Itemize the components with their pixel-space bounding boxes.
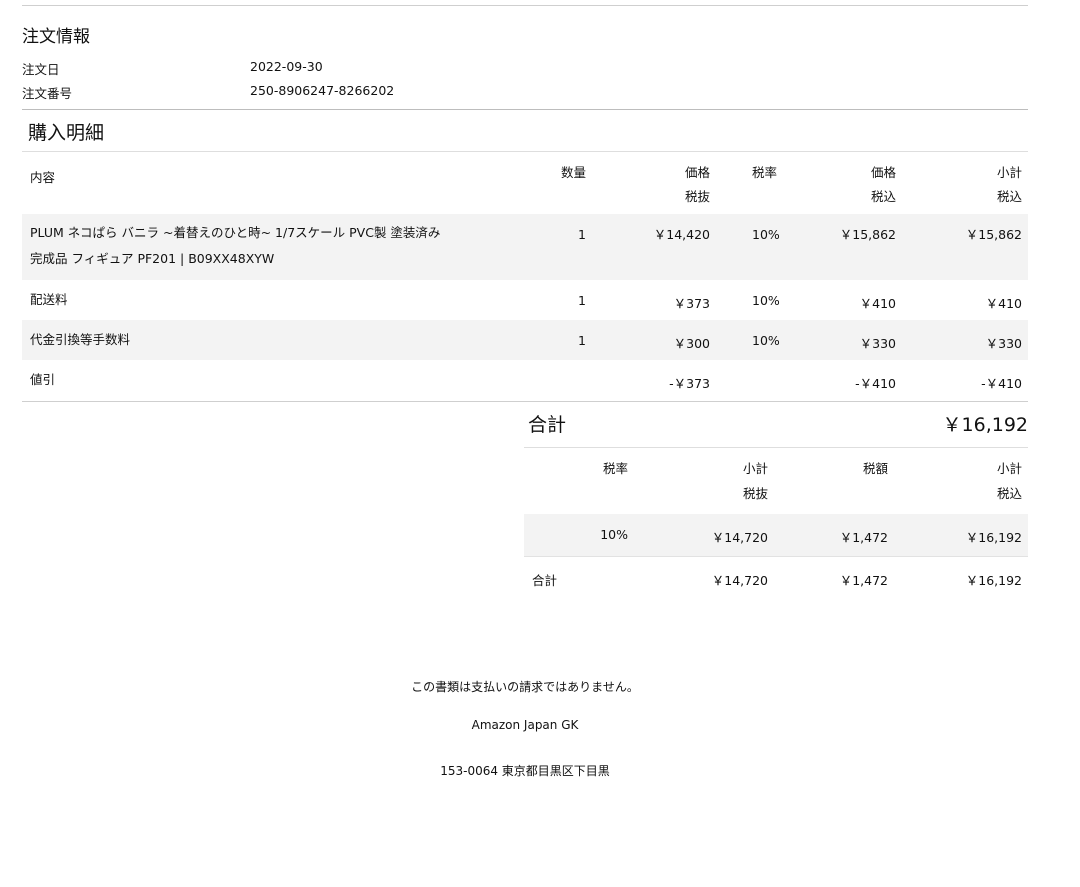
header-subtotal: 小計 税込	[896, 152, 1028, 214]
table-row: PLUM ネコぱら バニラ ~着替えのひと時~ 1/7スケール PVC製 塗装済…	[22, 214, 1028, 280]
tax-row-subtotal-in: ￥16,192	[888, 514, 1028, 556]
header-description: 内容	[30, 170, 56, 185]
tax-header-subtotal-ex-bottom: 税抜	[742, 486, 768, 501]
header-price-in: 価格 税込	[802, 152, 896, 214]
items-header-row: 内容 数量 価格 税抜 税率 価格 税込 小計 税込	[22, 152, 1028, 214]
tax-row-amount: ￥1,472	[768, 514, 888, 556]
tax-sum-amount: ￥1,472	[768, 555, 888, 598]
item-price-in: -￥410	[855, 376, 896, 391]
item-tax-rate: 10%	[710, 214, 802, 280]
item-price-ex: ￥300	[590, 320, 710, 360]
item-price-in: ￥15,862	[802, 214, 896, 280]
tax-row-rate: 10%	[524, 514, 628, 556]
item-subtotal: -￥410	[981, 376, 1022, 391]
table-row: 値引 -￥373 -￥410 -￥410	[22, 360, 1028, 400]
item-subtotal: ￥15,862	[896, 214, 1028, 280]
footer-address: 153-0064 東京都目黒区下目黒	[440, 764, 610, 778]
header-price-ex: 価格 税抜	[590, 152, 710, 214]
item-price-ex: ￥373	[673, 296, 710, 311]
header-price-ex-top: 価格	[684, 165, 710, 180]
item-description-line1: PLUM ネコぱら バニラ ~着替えのひと時~ 1/7スケール PVC製 塗装済…	[30, 225, 441, 240]
header-price-ex-bottom: 税抜	[684, 189, 710, 204]
item-subtotal: ￥410	[985, 296, 1022, 311]
tax-row-subtotal-ex: ￥14,720	[628, 514, 768, 556]
tax-sum-row: 合計 ￥14,720 ￥1,472 ￥16,192	[524, 555, 1028, 598]
top-divider	[22, 5, 1028, 6]
tax-header-subtotal-in-top: 小計	[996, 461, 1022, 476]
header-price-in-top: 価格	[870, 165, 896, 180]
footer-notice: この書類は支払いの請求ではありません。	[411, 680, 639, 694]
purchase-items-table: 内容 数量 価格 税抜 税率 価格 税込 小計 税込 PLUM ネコぱら バニラ…	[22, 152, 1028, 400]
table-row: 代金引換等手数料 1 ￥300 10% ￥330 ￥330	[22, 320, 1028, 360]
tax-header-amount: 税額	[862, 461, 888, 476]
section-divider	[22, 109, 1028, 110]
tax-breakdown-table: 税率 小計 税抜 税額 小計 税込 10% ￥14,720 ￥1,472 ￥16…	[524, 448, 1028, 598]
footer-company: Amazon Japan GK	[471, 718, 579, 732]
order-date-label: 注文日	[22, 62, 60, 77]
header-price-in-bottom: 税込	[870, 189, 896, 204]
item-subtotal: ￥330	[896, 320, 1028, 360]
header-tax-rate: 税率	[752, 165, 778, 180]
header-subtotal-bottom: 税込	[996, 189, 1022, 204]
order-number-value: 250-8906247-8266202	[250, 83, 395, 98]
tax-header-subtotal-in: 小計 税込	[888, 448, 1028, 514]
table-row: 配送料 1 ￥373 10% ￥410 ￥410	[22, 280, 1028, 320]
item-description: 配送料	[30, 292, 68, 307]
header-subtotal-top: 小計	[996, 165, 1022, 180]
tax-header-subtotal-in-bottom: 税込	[996, 486, 1022, 501]
items-bottom-divider	[22, 401, 1028, 402]
item-quantity: 1	[578, 293, 586, 308]
grand-total-value: ￥16,192	[942, 414, 1028, 436]
item-tax-rate	[710, 360, 802, 400]
item-quantity: 1	[544, 214, 590, 280]
item-price-in: ￥330	[802, 320, 896, 360]
tax-sum-subtotal-in: ￥16,192	[888, 555, 1028, 598]
tax-rate-row: 10% ￥14,720 ￥1,472 ￥16,192	[524, 514, 1028, 556]
item-description: PLUM ネコぱら バニラ ~着替えのひと時~ 1/7スケール PVC製 塗装済…	[22, 214, 544, 280]
item-quantity	[544, 360, 590, 400]
item-price-ex: -￥373	[669, 376, 710, 391]
item-price-ex: ￥14,420	[590, 214, 710, 280]
tax-header-row: 税率 小計 税抜 税額 小計 税込	[524, 448, 1028, 514]
item-tax-rate: 10%	[752, 293, 780, 308]
item-quantity: 1	[544, 320, 590, 360]
tax-sum-label: 合計	[524, 555, 628, 598]
item-description: 値引	[30, 372, 56, 387]
tax-header-subtotal-ex-top: 小計	[742, 461, 768, 476]
order-info-title: 注文情報	[22, 27, 90, 47]
item-tax-rate: 10%	[710, 320, 802, 360]
order-date-value: 2022-09-30	[250, 59, 323, 74]
order-number-label: 注文番号	[22, 86, 73, 101]
tax-header-rate: 税率	[602, 461, 628, 476]
item-description-line2: 完成品 フィギュア PF201 | B09XX48XYW	[30, 251, 275, 266]
grand-total-label: 合計	[528, 414, 567, 436]
tax-sum-subtotal-ex: ￥14,720	[628, 555, 768, 598]
header-quantity: 数量	[560, 165, 586, 180]
item-description: 代金引換等手数料	[22, 320, 544, 360]
tax-header-subtotal-ex: 小計 税抜	[628, 448, 768, 514]
purchase-details-title: 購入明細	[28, 122, 105, 144]
item-price-in: ￥410	[859, 296, 896, 311]
